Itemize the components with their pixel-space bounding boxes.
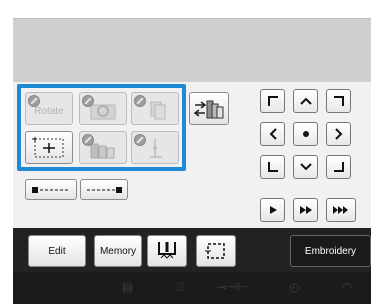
presser-foot-icon: ⊸⊣⊢ [217,280,248,294]
corner-down-right-icon [333,162,344,172]
triple-forward-icon [333,206,348,214]
move-up-left-button[interactable] [260,89,285,113]
wifi-icon: ◠ [342,280,353,294]
embroidery-button[interactable]: Embroidery [290,235,371,267]
top-band [0,0,371,18]
stitch-start-button[interactable] [25,179,77,200]
needle-settings-button[interactable] [147,235,187,267]
replace-order-button[interactable] [189,92,229,125]
forward-1-button[interactable] [260,198,285,222]
chevron-right-icon [334,128,342,140]
move-up-right-button[interactable] [326,89,351,113]
move-center-button[interactable] [293,122,318,146]
chevron-left-icon [269,128,277,140]
chevron-up-icon [299,97,312,105]
move-down-button[interactable] [293,155,318,179]
move-down-left-button[interactable] [260,155,285,179]
play-icon [269,206,277,214]
start-point-line-icon [32,186,70,193]
dashed-frame-icon [205,243,225,259]
move-up-button[interactable] [293,89,318,113]
edit-label: Edit [48,245,66,257]
embroidery-edit-screen: Rotate Edit Memory Embroidery ▤ ⍰ ⊸⊣⊢ ◴ … [0,0,371,304]
forward-10-button[interactable] [293,198,318,222]
corner-up-right-icon [333,96,344,106]
end-point-line-icon [87,186,122,193]
forward-100-button[interactable] [326,198,356,222]
help-icon: ⍰ [177,280,185,294]
embroidery-label: Embroidery [304,245,357,257]
memory-button[interactable]: Memory [94,235,142,267]
status-bar [13,272,371,304]
edit-button[interactable]: Edit [28,235,86,267]
move-down-right-button[interactable] [326,155,351,179]
move-left-button[interactable] [260,122,285,146]
order-arrange-icon [193,100,224,118]
pattern-preview-area [13,18,371,82]
selection-highlight [17,84,186,171]
clock-icon: ◴ [289,280,300,294]
needle-icon [158,242,176,259]
frame-trace-button[interactable] [196,235,236,267]
fast-forward-icon [299,206,312,214]
chevron-down-icon [299,163,312,171]
document-icon: ▤ [122,280,134,294]
corner-down-left-icon [267,162,278,172]
memory-label: Memory [99,245,137,257]
corner-up-left-icon [267,96,278,106]
stitch-end-button[interactable] [80,179,128,200]
center-dot-icon [302,131,309,137]
move-right-button[interactable] [326,122,351,146]
